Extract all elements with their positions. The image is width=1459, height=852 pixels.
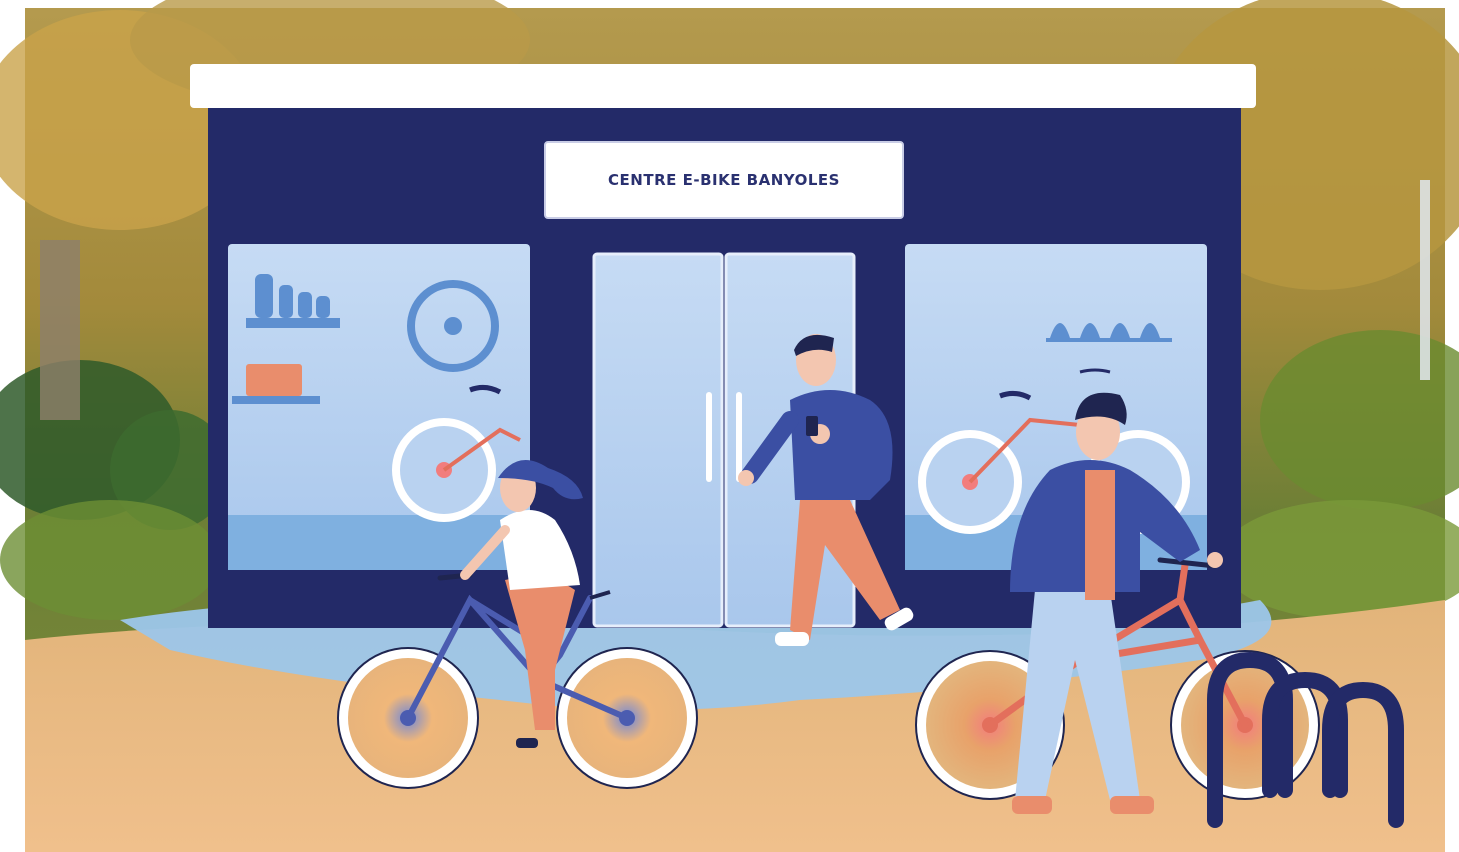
ebike-shop-illustration: CENTRE E-BIKE BANYOLES bbox=[0, 0, 1459, 852]
left-window bbox=[228, 244, 530, 570]
smartphone-icon bbox=[806, 416, 818, 436]
illustration-canvas bbox=[0, 0, 1459, 852]
roof-canopy bbox=[190, 64, 1256, 108]
shop-sign-board bbox=[544, 141, 904, 219]
